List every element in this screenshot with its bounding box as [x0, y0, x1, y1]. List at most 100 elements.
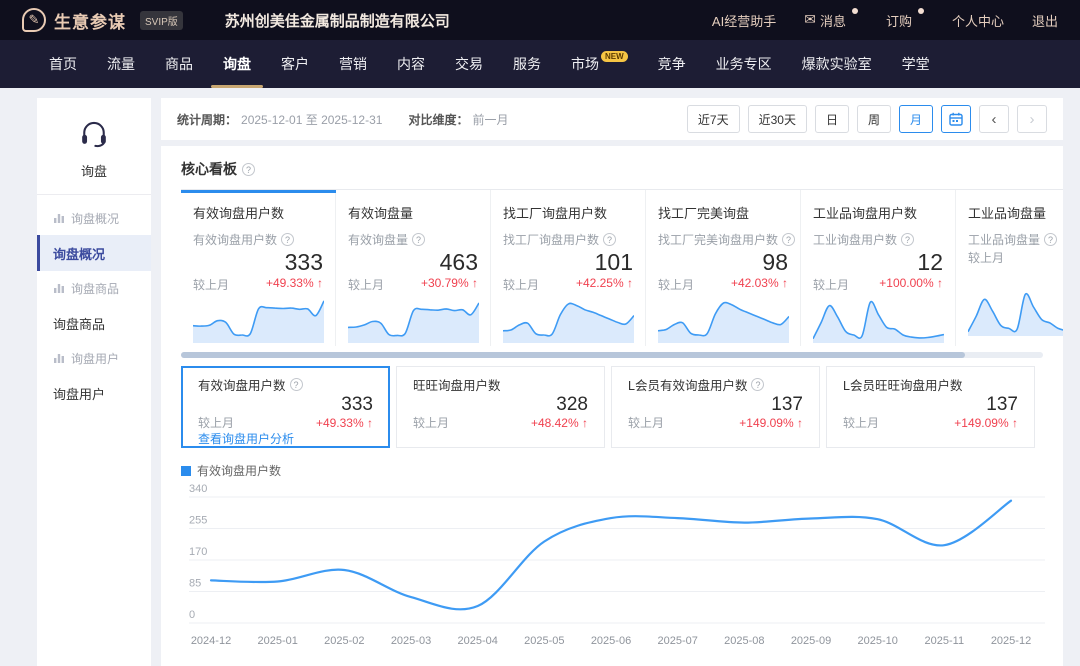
svg-text:2025-11: 2025-11 [925, 635, 965, 647]
kpi-cards-row: 有效询盘用户数 有效询盘用户数? 333 较上月 +49.33% ↑ 有效询盘量… [181, 190, 1063, 346]
kpi-card-valid-inquiries[interactable]: 有效询盘量 有效询盘量? 463 较上月 +30.79% ↑ [336, 190, 491, 346]
sidebar-item-inquiry-overview[interactable]: 询盘概况 [37, 235, 151, 271]
help-icon[interactable]: ? [412, 233, 425, 246]
message-icon: ✉ [804, 11, 816, 27]
next-period-button[interactable]: › [1017, 105, 1047, 133]
help-icon[interactable]: ? [603, 233, 616, 246]
nav-item-trade[interactable]: 交易 [440, 40, 498, 88]
legend-label: 有效询盘用户数 [197, 462, 281, 479]
help-icon[interactable]: ? [751, 378, 764, 391]
compare-label: 对比维度： [408, 111, 468, 128]
sidebar-header: 询盘 [37, 98, 151, 180]
help-icon[interactable]: ? [901, 233, 914, 246]
main-column: 统计周期： 2025-12-01 至 2025-12-31 对比维度： 前一月 … [161, 98, 1063, 666]
nav-item-service[interactable]: 服务 [498, 40, 556, 88]
sidebar-item-inquiry-users[interactable]: 询盘用户 [37, 375, 151, 411]
svg-text:2025-12: 2025-12 [991, 635, 1031, 647]
board-title: 核心看板 [181, 159, 237, 179]
ai-assistant-link[interactable]: AI经营助手 [712, 11, 776, 30]
svip-badge: SVIP版 [140, 11, 183, 30]
horizontal-scrollbar-thumb[interactable] [181, 352, 965, 358]
help-icon[interactable]: ? [1044, 233, 1057, 246]
orders-link[interactable]: 订购 [886, 11, 924, 30]
range-button-30d[interactable]: 近30天 [748, 105, 807, 133]
help-icon[interactable]: ? [782, 233, 795, 246]
summary-card-valid-inquiry-users[interactable]: 有效询盘用户数? 333 较上月 +49.33% ↑ 查看询盘用户分析 [181, 366, 390, 448]
period-value: 2025-12-01 至 2025-12-31 [241, 111, 382, 128]
up-arrow-icon: ↑ [367, 416, 373, 430]
kpi-value: 12 [813, 249, 943, 276]
sidebar-group-inquiry-users[interactable]: 询盘用户 [37, 341, 151, 375]
nav-item-inquiry[interactable]: 询盘 [208, 40, 266, 88]
up-arrow-icon: ↑ [1012, 416, 1018, 430]
kpi-card-industrial-inquiry-users[interactable]: 工业品询盘用户数 工业询盘用户数? 12 较上月 +100.00% ↑ [801, 190, 956, 346]
horizontal-scrollbar-track [181, 352, 1043, 358]
range-button-day[interactable]: 日 [815, 105, 849, 133]
help-icon[interactable]: ? [281, 233, 294, 246]
kpi-cards-strip: 有效询盘用户数 有效询盘用户数? 333 较上月 +49.33% ↑ 有效询盘量… [181, 189, 1063, 346]
messages-link[interactable]: ✉ 消息 [804, 11, 858, 30]
svg-text:170: 170 [189, 546, 207, 558]
calendar-button[interactable] [941, 105, 971, 133]
sparkline-chart [658, 293, 788, 343]
message-notification-dot [852, 8, 858, 14]
kpi-card-industrial-inquiries[interactable]: 工业品询盘量 工业品询盘量? 较上月 [956, 190, 1063, 346]
summary-value: 333 [198, 394, 373, 415]
summary-cards-row: 有效询盘用户数? 333 较上月 +49.33% ↑ 查看询盘用户分析 旺旺询盘… [181, 366, 1035, 448]
logout-link[interactable]: 退出 [1032, 11, 1058, 30]
sidebar-group-inquiry-products[interactable]: 询盘商品 [37, 271, 151, 305]
stats-toolbar: 统计周期： 2025-12-01 至 2025-12-31 对比维度： 前一月 … [161, 98, 1063, 140]
range-button-month[interactable]: 月 [899, 105, 933, 133]
sidebar-divider [37, 194, 151, 195]
range-button-7d[interactable]: 近7天 [687, 105, 740, 133]
legend-swatch [181, 466, 191, 476]
chart-icon [53, 212, 65, 224]
company-name: 苏州创美佳金属制品制造有限公司 [225, 10, 450, 31]
nav-item-competition[interactable]: 竞争 [643, 40, 701, 88]
view-inquiry-user-analysis-link[interactable]: 查看询盘用户分析 [198, 431, 373, 448]
svg-text:255: 255 [189, 515, 207, 527]
nav-item-marketing[interactable]: 营销 [324, 40, 382, 88]
nav-item-customers[interactable]: 客户 [266, 40, 324, 88]
logo-icon: ✎ [22, 8, 46, 32]
prev-period-button[interactable]: ‹ [979, 105, 1009, 133]
core-board-panel: 核心看板 ? 有效询盘用户数 有效询盘用户数? 333 较上月 +49.33% … [161, 146, 1063, 666]
content-area: 询盘 询盘概况 询盘概况 询盘商品 询盘商品 询盘用户 询盘用户 [0, 88, 1080, 666]
help-icon[interactable]: ? [242, 163, 255, 176]
summary-card-wangwang-inquiry-users[interactable]: 旺旺询盘用户数 328 较上月 +48.42% ↑ [396, 366, 605, 448]
svg-text:2025-07: 2025-07 [657, 635, 697, 647]
nav-item-home[interactable]: 首页 [34, 40, 92, 88]
kpi-card-factory-inquiry-users[interactable]: 找工厂询盘用户数 找工厂询盘用户数? 101 较上月 +42.25% ↑ [491, 190, 646, 346]
nav-item-products[interactable]: 商品 [150, 40, 208, 88]
nav-item-business-zone[interactable]: 业务专区 [701, 40, 787, 88]
help-icon[interactable]: ? [290, 378, 303, 391]
main-nav: 首页 流量 商品 询盘 客户 营销 内容 交易 服务 市场 NEW 竞争 业务专… [0, 40, 1080, 88]
svg-text:2024-12: 2024-12 [191, 635, 231, 647]
summary-card-lmember-wangwang-inquiry-users[interactable]: L会员旺旺询盘用户数 137 较上月 +149.09% ↑ [826, 366, 1035, 448]
active-nav-underline [211, 85, 263, 88]
up-arrow-icon: ↑ [472, 276, 478, 290]
sidebar-group-inquiry-overview[interactable]: 询盘概况 [37, 201, 151, 235]
nav-item-traffic[interactable]: 流量 [92, 40, 150, 88]
nav-item-academy[interactable]: 学堂 [887, 40, 945, 88]
nav-item-content[interactable]: 内容 [382, 40, 440, 88]
svg-text:340: 340 [189, 483, 207, 495]
kpi-card-factory-perfect-inquiry[interactable]: 找工厂完美询盘 找工厂完美询盘用户数? 98 较上月 +42.03% ↑ [646, 190, 801, 346]
summary-card-lmember-valid-inquiry-users[interactable]: L会员有效询盘用户数? 137 较上月 +149.09% ↑ [611, 366, 820, 448]
range-button-week[interactable]: 周 [857, 105, 891, 133]
kpi-card-valid-inquiry-users[interactable]: 有效询盘用户数 有效询盘用户数? 333 较上月 +49.33% ↑ [181, 190, 336, 346]
app-logo[interactable]: ✎ 生意参谋 SVIP版 [22, 8, 183, 33]
active-card-indicator [181, 190, 336, 193]
compare-value: 前一月 [472, 111, 508, 128]
svg-text:2025-01: 2025-01 [257, 635, 297, 647]
trend-chart-section: 有效询盘用户数 0851702553402024-122025-012025-0… [181, 462, 1043, 658]
chevron-right-icon: › [1030, 111, 1035, 128]
chart-legend: 有效询盘用户数 [181, 462, 1043, 479]
kpi-value: 333 [193, 249, 323, 276]
nav-item-hot-lab[interactable]: 爆款实验室 [787, 40, 887, 88]
sidebar-item-inquiry-products[interactable]: 询盘商品 [37, 305, 151, 341]
chevron-left-icon: ‹ [992, 111, 997, 128]
sparkline-chart [348, 293, 478, 343]
personal-center-link[interactable]: 个人中心 [952, 11, 1004, 30]
nav-item-market[interactable]: 市场 NEW [556, 40, 643, 88]
